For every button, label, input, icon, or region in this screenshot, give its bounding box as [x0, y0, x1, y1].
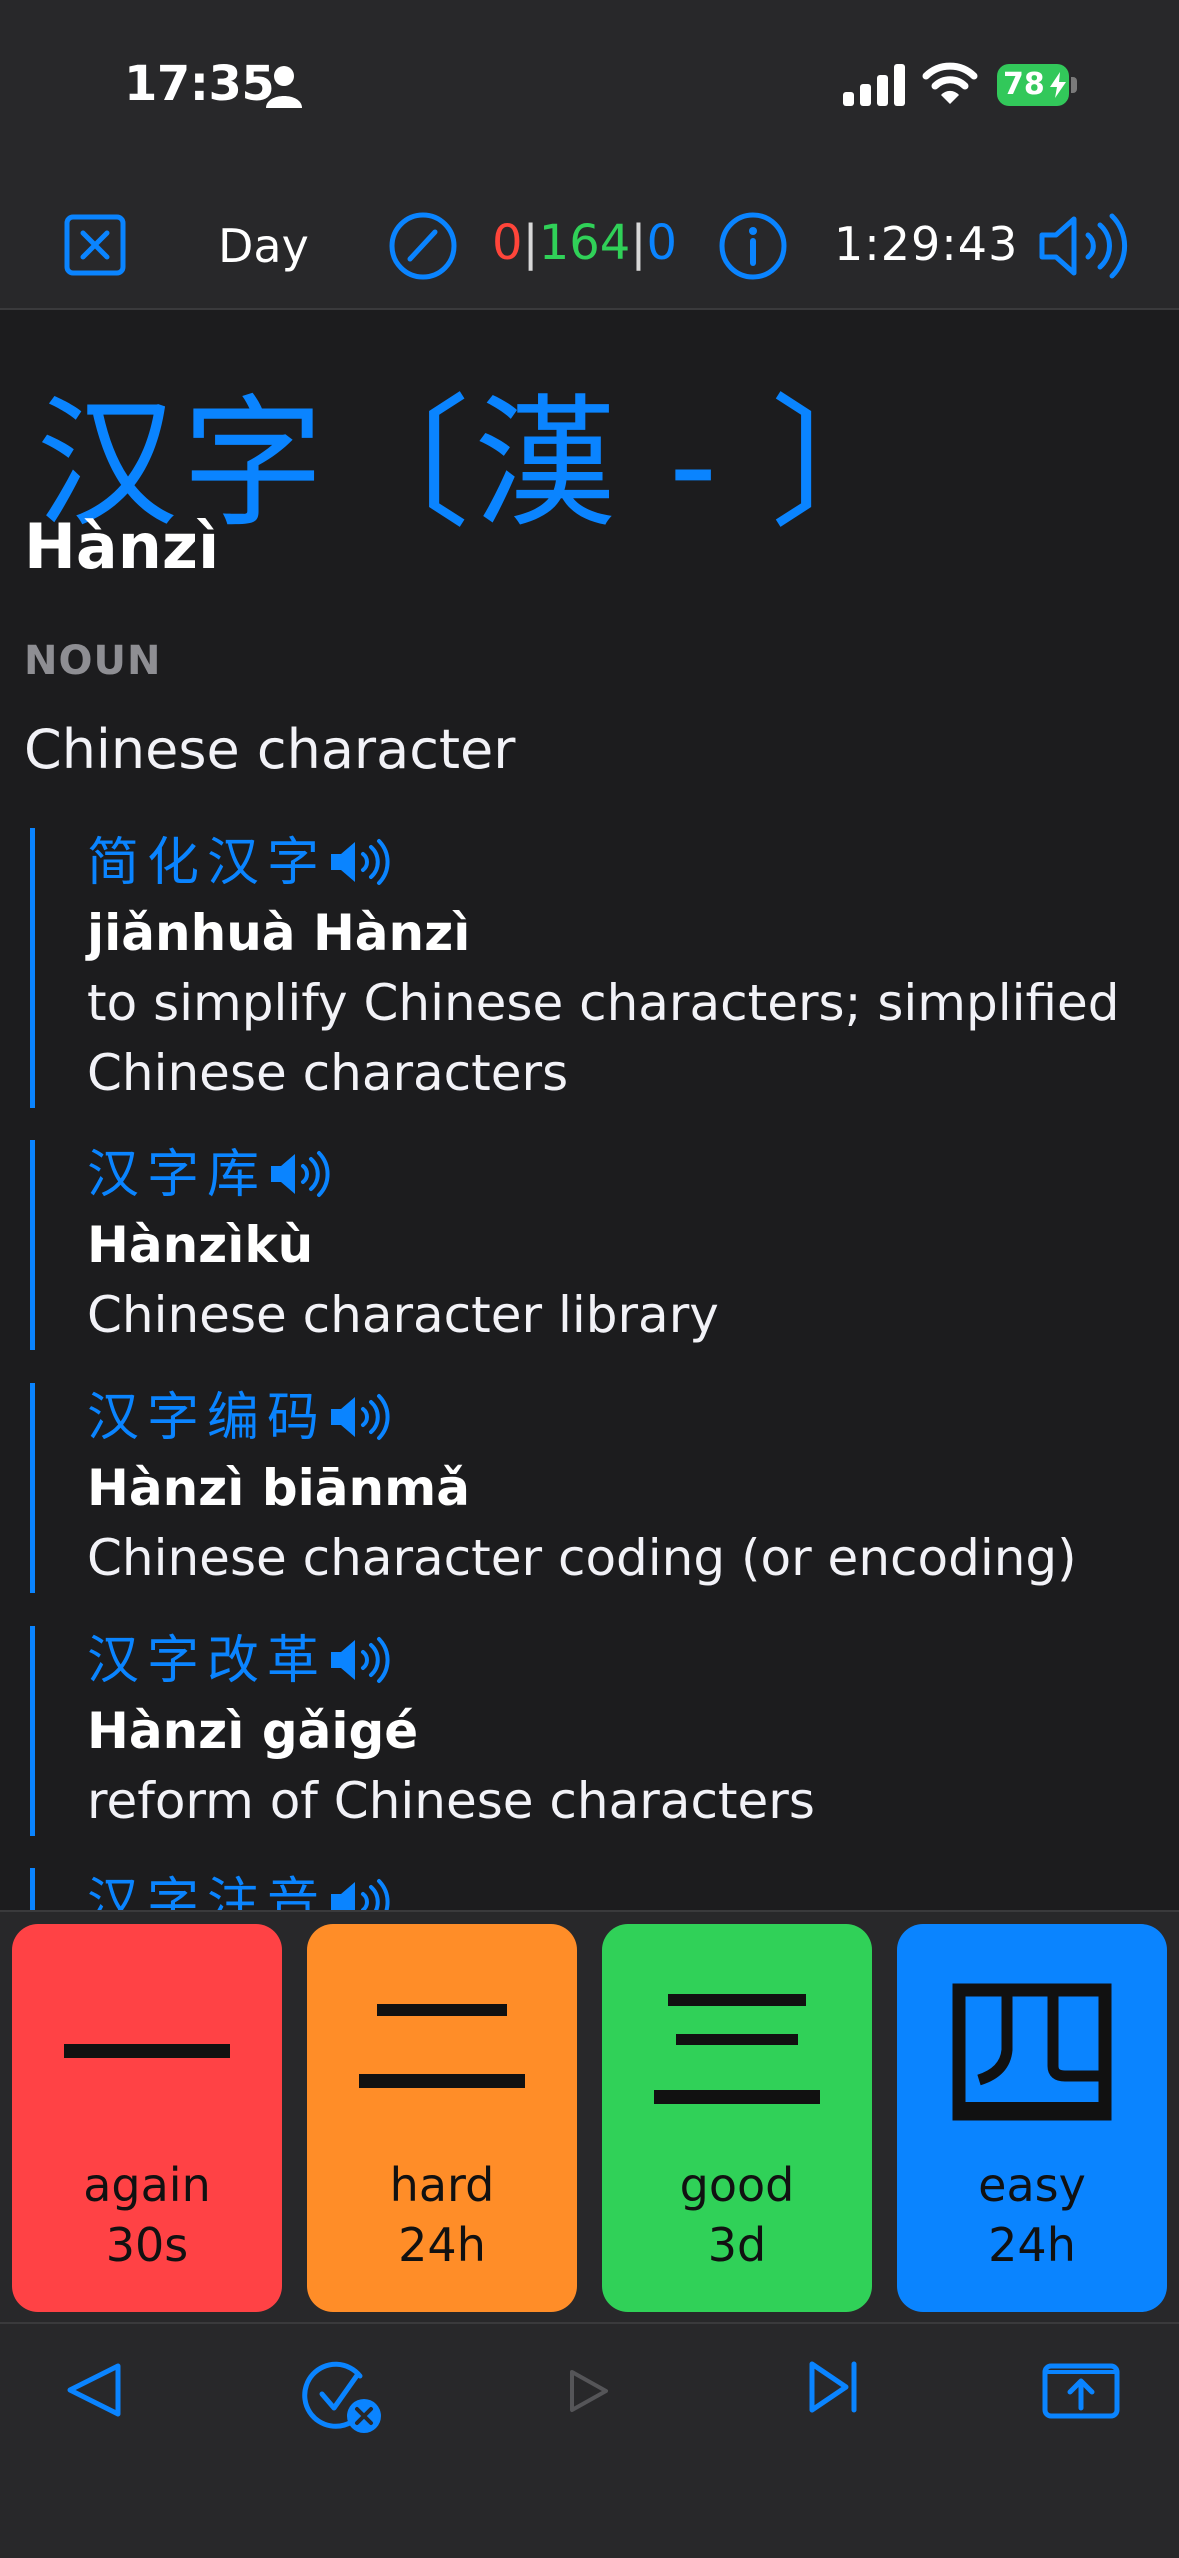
example-meaning-continued: Chinese characters [87, 1044, 569, 1102]
answer-label: easy [978, 2158, 1086, 2212]
example-meaning: Chinese character library [87, 1286, 719, 1344]
answer-interval: 3d [707, 2218, 767, 2272]
play-icon [570, 2370, 608, 2412]
glyph-two-icon [359, 2004, 525, 2088]
answer-label: again [83, 2158, 211, 2212]
session-timer: 1:29:43 [834, 217, 1019, 271]
answer-interval: 24h [988, 2218, 1076, 2272]
example-entry: 汉字改革 Hànzì gǎigé reform of Chinese chara… [30, 1626, 1150, 1836]
count-separator: | [522, 215, 539, 271]
speaker-icon[interactable] [329, 838, 393, 886]
good-button[interactable]: 三 good 3d [602, 1924, 872, 2312]
example-entry: 汉字编码 Hànzì biānmǎ Chinese character codi… [30, 1383, 1150, 1593]
speaker-icon[interactable] [269, 1150, 333, 1198]
example-pinyin: jiǎnhuà Hànzì [87, 904, 471, 962]
easy-button[interactable]: 四 easy 24h [897, 1924, 1167, 2312]
again-button[interactable]: 一 again 30s [12, 1924, 282, 2312]
answer-label: good [679, 2158, 795, 2212]
glyph-three-icon [654, 1994, 820, 2104]
answer-buttons: 一 again 30s 二 hard 24h 三 good 3d 四 easy … [0, 1910, 1179, 2324]
skip-forward-icon[interactable] [808, 2358, 860, 2416]
speaker-icon[interactable] [329, 1636, 393, 1684]
edit-card-button[interactable] [388, 211, 458, 281]
answer-interval: 24h [398, 2218, 486, 2272]
close-review-button[interactable] [64, 214, 126, 276]
example-meaning: Chinese character coding (or encoding) [87, 1529, 1077, 1587]
person-icon [266, 66, 302, 108]
definition: Chinese character [24, 718, 516, 781]
status-time: 17:35 [124, 56, 275, 112]
charging-bolt-icon [1050, 72, 1066, 98]
learn-count: 164 [538, 215, 631, 271]
answer-label: hard [389, 2158, 495, 2212]
part-of-speech: NOUN [24, 638, 162, 684]
example-hanzi: 汉字编码 [87, 1388, 328, 1448]
share-upload-icon[interactable] [1042, 2358, 1120, 2420]
example-hanzi: 汉字库 [87, 1145, 268, 1205]
answer-interval: 30s [105, 2218, 189, 2272]
new-count: 0 [492, 215, 523, 271]
battery-level: 78 [1003, 67, 1045, 102]
card-counts: 0|164|0 [492, 215, 677, 271]
review-count: 0 [646, 215, 678, 271]
speaker-icon[interactable] [329, 1393, 393, 1441]
example-entry: 汉字库 Hànzìkù Chinese character library [30, 1140, 1150, 1350]
example-meaning: to simplify Chinese characters; simplifi… [87, 974, 1120, 1032]
back-triangle-icon[interactable] [62, 2358, 126, 2422]
count-separator: | [630, 215, 647, 271]
bottom-navigation [0, 2322, 1179, 2558]
wifi-icon [922, 62, 978, 104]
battery-indicator: 78 [997, 64, 1079, 106]
glyph-four-icon [952, 1983, 1112, 2121]
example-pinyin: Hànzì biānmǎ [87, 1459, 470, 1517]
example-pinyin: Hànzì gǎigé [87, 1702, 419, 1760]
example-hanzi: 简化汉字 [87, 833, 328, 893]
example-hanzi: 汉字注音 [87, 1873, 328, 1910]
headword-pinyin: Hànzì [24, 510, 220, 583]
deck-name[interactable]: Day [218, 219, 309, 273]
example-hanzi: 汉字改革 [87, 1631, 328, 1691]
example-entry: 简化汉字 jiǎnhuà Hànzì to simplify Chinese c… [30, 828, 1150, 1108]
status-bar: 17:35 78 [0, 0, 1179, 175]
suspend-card-icon[interactable] [302, 2358, 384, 2436]
hard-button[interactable]: 二 hard 24h [307, 1924, 577, 2312]
example-entry: 汉字注音 [30, 1868, 1150, 1910]
speaker-wave-icon[interactable] [1038, 211, 1130, 281]
glyph-one-icon [64, 2044, 230, 2058]
info-button[interactable] [718, 211, 788, 281]
speaker-icon[interactable] [329, 1878, 393, 1910]
review-toolbar: Day 0|164|0 1:29:43 [0, 175, 1179, 310]
card-content[interactable]: 汉字〔漢 - 〕 Hànzì NOUN Chinese character 简化… [0, 310, 1179, 1910]
cellular-signal-icon [843, 64, 905, 106]
example-meaning: reform of Chinese characters [87, 1772, 815, 1830]
example-pinyin: Hànzìkù [87, 1216, 314, 1274]
